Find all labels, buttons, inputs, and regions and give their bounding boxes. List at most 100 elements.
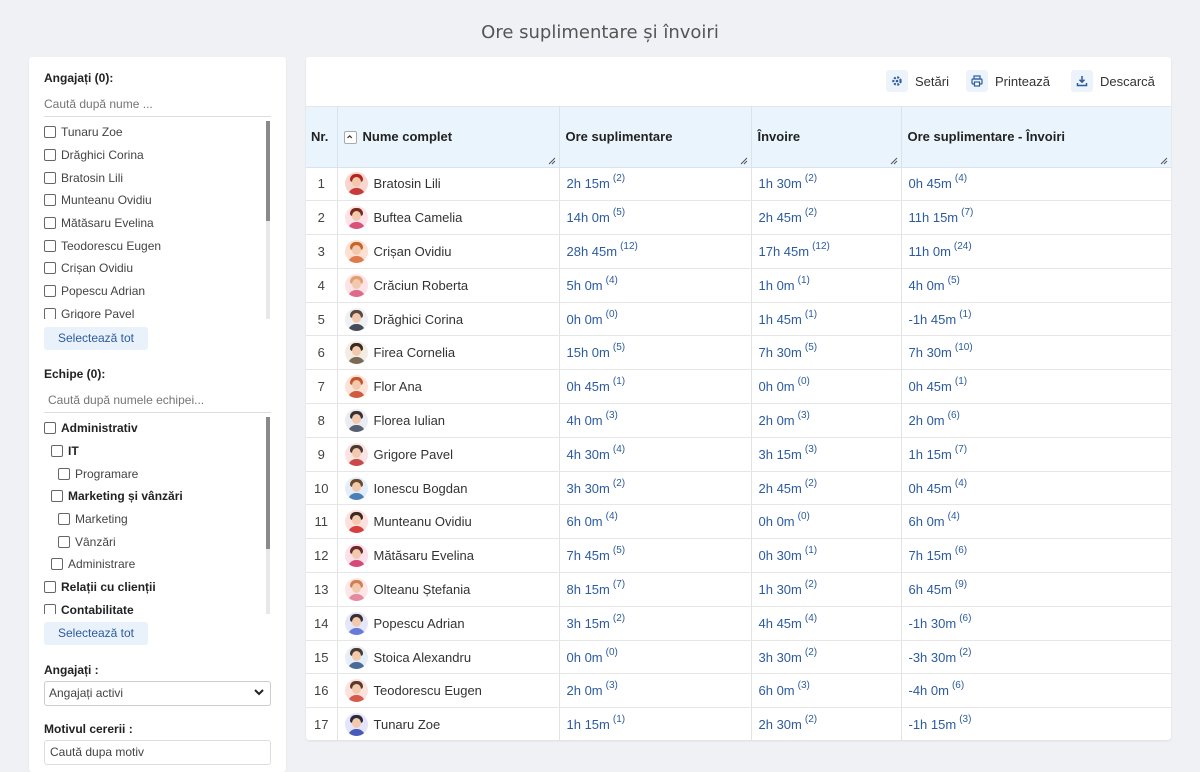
teams-scrollbar[interactable] [266, 417, 270, 614]
difference-cell[interactable]: -1h 15m (3) [901, 707, 1171, 740]
reason-search-input[interactable]: Caută dupa motiv [44, 740, 271, 765]
table-row[interactable]: 3 Crișan Ovidiu 28h 45m (12) 17h 45m (12) 11h … [306, 234, 1171, 269]
difference-cell[interactable]: -1h 45m (1) [901, 302, 1171, 337]
checkbox[interactable] [44, 603, 56, 614]
employee-name-cell[interactable]: Munteanu Ovidiu [337, 504, 560, 540]
table-row[interactable]: 7 Flor Ana 0h 45m (1) 0h 0m (0) 0h 45m (1) [306, 369, 1171, 405]
employee-name-cell[interactable]: Crăciun Roberta [337, 268, 560, 303]
table-row[interactable]: 4 Crăciun Roberta 5h 0m (4) 1h 0m (1) 4h 0m (5) [306, 268, 1171, 303]
checkbox[interactable] [44, 171, 56, 184]
leave-cell[interactable]: 7h 30m (5) [751, 335, 902, 371]
column-resize-icon[interactable] [890, 157, 898, 165]
table-row[interactable]: 11 Munteanu Ovidiu 6h 0m (4) 0h 0m (0) 6h 0m (4… [306, 504, 1171, 540]
employee-name-cell[interactable]: Grigore Pavel [337, 437, 560, 472]
overtime-cell[interactable]: 1h 15m (1) [559, 707, 752, 740]
difference-cell[interactable]: 2h 0m (6) [901, 403, 1171, 438]
leave-cell[interactable]: 0h 0m (0) [751, 369, 902, 405]
select-all-employees-button[interactable]: Selectează tot [44, 327, 148, 350]
overtime-cell[interactable]: 0h 0m (0) [559, 302, 752, 337]
team-checkbox-item[interactable]: Marketing [44, 508, 272, 531]
employee-checkbox-item[interactable]: Grigore Pavel [44, 303, 272, 319]
leave-cell[interactable]: 1h 30m (2) [751, 167, 902, 202]
checkbox[interactable] [58, 513, 70, 526]
difference-cell[interactable]: -3h 30m (2) [901, 640, 1171, 675]
table-row[interactable]: 17 Tunaru Zoe 1h 15m (1) 2h 30m (2) -1h 15m (3) [306, 707, 1171, 740]
difference-cell[interactable]: -4h 0m (6) [901, 673, 1171, 709]
leave-cell[interactable]: 1h 30m (2) [751, 572, 902, 607]
difference-cell[interactable]: 6h 45m (9) [901, 572, 1171, 607]
team-checkbox-item[interactable]: Contabilitate [44, 599, 272, 614]
checkbox[interactable] [58, 467, 70, 480]
team-checkbox-item[interactable]: Relații cu clienții [44, 576, 272, 599]
employee-name-cell[interactable]: Ionescu Bogdan [337, 471, 560, 506]
checkbox[interactable] [44, 581, 56, 594]
overtime-cell[interactable]: 28h 45m (12) [559, 234, 752, 269]
checkbox[interactable] [44, 239, 56, 252]
difference-cell[interactable]: 7h 15m (6) [901, 538, 1171, 574]
table-row[interactable]: 1 Bratosin Lili 2h 15m (2) 1h 30m (2) 0h 45m (4… [306, 167, 1171, 202]
leave-cell[interactable]: 4h 45m (4) [751, 606, 902, 641]
column-header-leave[interactable]: Învoire [751, 107, 902, 168]
table-row[interactable]: 2 Buftea Camelia 14h 0m (5) 2h 45m (2) 11h 15m… [306, 200, 1171, 236]
checkbox[interactable] [44, 126, 56, 139]
leave-cell[interactable]: 3h 30m (2) [751, 640, 902, 675]
difference-cell[interactable]: 11h 15m (7) [901, 200, 1171, 236]
employee-name-cell[interactable]: Tunaru Zoe [337, 707, 560, 740]
column-resize-icon[interactable] [740, 157, 748, 165]
checkbox[interactable] [44, 307, 56, 319]
employee-name-cell[interactable]: Drăghici Corina [337, 302, 560, 337]
employee-checkbox-item[interactable]: Mătăsaru Evelina [44, 212, 272, 235]
table-row[interactable]: 5 Drăghici Corina 0h 0m (0) 1h 45m (1) -1h 45m… [306, 302, 1171, 337]
overtime-cell[interactable]: 0h 45m (1) [559, 369, 752, 405]
leave-cell[interactable]: 3h 15m (3) [751, 437, 902, 472]
employee-name-cell[interactable]: Firea Cornelia [337, 335, 560, 371]
team-checkbox-item[interactable]: Vânzări [44, 530, 272, 553]
employees-search-input[interactable] [44, 91, 271, 117]
team-checkbox-item[interactable]: Administrare [44, 553, 272, 576]
overtime-cell[interactable]: 3h 30m (2) [559, 471, 752, 506]
overtime-cell[interactable]: 8h 15m (7) [559, 572, 752, 607]
checkbox[interactable] [51, 558, 63, 571]
print-button[interactable]: Printează [966, 69, 1050, 93]
teams-search-input[interactable] [44, 387, 271, 413]
table-row[interactable]: 8 Florea Iulian 4h 0m (3) 2h 0m (3) 2h 0m (6) [306, 403, 1171, 438]
leave-cell[interactable]: 0h 0m (0) [751, 504, 902, 540]
overtime-cell[interactable]: 5h 0m (4) [559, 268, 752, 303]
employee-checkbox-item[interactable]: Teodorescu Eugen [44, 234, 272, 257]
employee-name-cell[interactable]: Flor Ana [337, 369, 560, 405]
leave-cell[interactable]: 2h 0m (3) [751, 403, 902, 438]
select-all-teams-button[interactable]: Selectează tot [44, 622, 148, 645]
checkbox[interactable] [44, 422, 56, 435]
checkbox[interactable] [44, 217, 56, 230]
difference-cell[interactable]: 0h 45m (4) [901, 167, 1171, 202]
difference-cell[interactable]: -1h 30m (6) [901, 606, 1171, 641]
download-button[interactable]: Descarcă [1071, 69, 1155, 93]
overtime-cell[interactable]: 4h 30m (4) [559, 437, 752, 472]
table-row[interactable]: 10 Ionescu Bogdan 3h 30m (2) 2h 45m (2) 0h 45m… [306, 471, 1171, 506]
team-checkbox-item[interactable]: Programare [44, 462, 272, 485]
table-row[interactable]: 16 Teodorescu Eugen 2h 0m (3) 6h 0m (3) -4h 0m… [306, 673, 1171, 709]
employee-checkbox-item[interactable]: Crișan Ovidiu [44, 257, 272, 280]
table-row[interactable]: 15 Stoica Alexandru 0h 0m (0) 3h 30m (2) -3h 3… [306, 640, 1171, 675]
checkbox[interactable] [44, 149, 56, 162]
checkbox[interactable] [51, 445, 63, 458]
leave-cell[interactable]: 2h 45m (2) [751, 200, 902, 236]
checkbox[interactable] [44, 194, 56, 207]
table-row[interactable]: 6 Firea Cornelia 15h 0m (5) 7h 30m (5) 7h 30m(… [306, 335, 1171, 371]
employee-checkbox-item[interactable]: Popescu Adrian [44, 280, 272, 303]
leave-cell[interactable]: 1h 45m (1) [751, 302, 902, 337]
overtime-cell[interactable]: 15h 0m (5) [559, 335, 752, 371]
difference-cell[interactable]: 11h 0m (24) [901, 234, 1171, 269]
difference-cell[interactable]: 7h 30m (10) [901, 335, 1171, 371]
sort-ascending-icon[interactable] [343, 131, 357, 145]
table-row[interactable]: 9 Grigore Pavel 4h 30m (4) 3h 15m (3) 1h 15m (7… [306, 437, 1171, 472]
leave-cell[interactable]: 2h 30m (2) [751, 707, 902, 740]
column-resize-icon[interactable] [1160, 157, 1168, 165]
overtime-cell[interactable]: 2h 15m (2) [559, 167, 752, 202]
checkbox[interactable] [44, 285, 56, 298]
employee-checkbox-item[interactable]: Munteanu Ovidiu [44, 189, 272, 212]
leave-cell[interactable]: 6h 0m (3) [751, 673, 902, 709]
column-resize-icon[interactable] [548, 157, 556, 165]
employee-name-cell[interactable]: Bratosin Lili [337, 167, 560, 202]
employee-name-cell[interactable]: Olteanu Ștefania [337, 572, 560, 607]
